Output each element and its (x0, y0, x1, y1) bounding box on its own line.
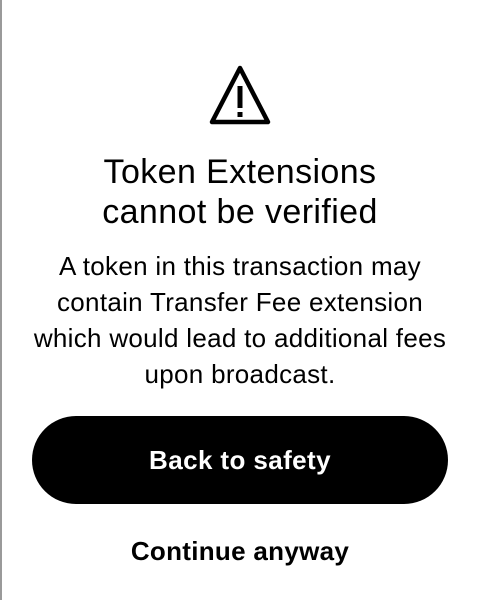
warning-title-line-2: cannot be verified (102, 193, 378, 231)
warning-description: A token in this transaction may contain … (33, 251, 447, 389)
warning-title-line-1: Token Extensions (103, 153, 377, 191)
continue-anyway-button[interactable]: Continue anyway (90, 528, 390, 574)
token-extension-warning-screen: Token Extensions cannot be verified A to… (0, 0, 480, 600)
back-to-safety-button[interactable]: Back to safety (32, 416, 448, 504)
warning-triangle-icon (209, 65, 271, 125)
warning-title: Token Extensions cannot be verified (20, 152, 460, 232)
